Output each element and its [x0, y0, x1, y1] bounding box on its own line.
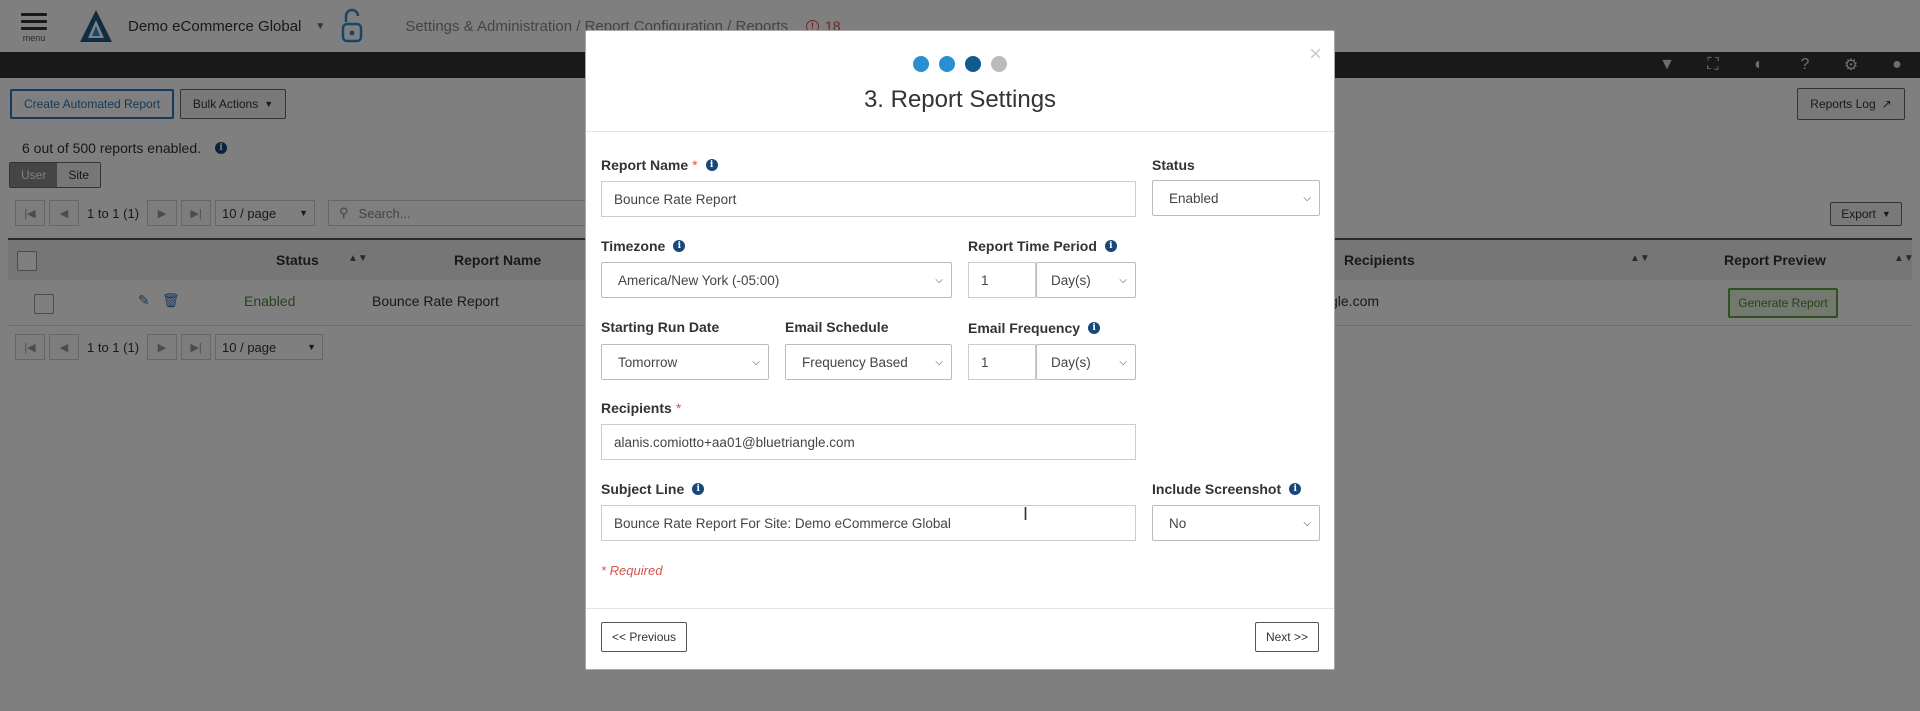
- status-label: Status: [1152, 157, 1195, 173]
- report-time-period-label-text: Report Time Period: [968, 238, 1097, 254]
- email-schedule-select[interactable]: Frequency Based ⌵: [785, 344, 952, 380]
- step-dot: [913, 56, 929, 72]
- chevron-down-icon: ⌵: [935, 274, 943, 286]
- chevron-down-icon: ⌵: [1303, 192, 1311, 204]
- divider: [586, 131, 1334, 132]
- email-schedule-label: Email Schedule: [785, 319, 889, 335]
- next-button[interactable]: Next >>: [1254, 622, 1319, 652]
- include-screenshot-label: Include Screenshot i: [1152, 481, 1302, 497]
- report-time-period-unit-select[interactable]: Day(s) ⌵: [1036, 262, 1136, 298]
- chevron-down-icon: ⌵: [752, 356, 760, 368]
- timezone-select-value: America/New York (-05:00): [618, 272, 780, 288]
- step-dot-current: [965, 56, 981, 72]
- frequency-unit-value: Day(s): [1051, 354, 1091, 370]
- include-screenshot-value: No: [1169, 515, 1187, 531]
- timezone-label-text: Timezone: [601, 238, 666, 254]
- info-icon[interactable]: i: [705, 159, 718, 171]
- divider: [586, 608, 1334, 609]
- required-note: * Required: [601, 563, 663, 578]
- info-icon[interactable]: i: [673, 240, 686, 252]
- step-dot: [939, 56, 955, 72]
- start-date-value: Tomorrow: [618, 354, 678, 370]
- recipients-label-text: Recipients: [601, 400, 672, 416]
- chevron-down-icon: ⌵: [1119, 274, 1127, 286]
- step-dot: [991, 56, 1007, 72]
- report-name-label: Report Name * i: [601, 157, 718, 173]
- chevron-down-icon: ⌵: [935, 356, 943, 368]
- report-name-label-text: Report Name: [601, 157, 689, 173]
- include-screenshot-select[interactable]: No ⌵: [1152, 505, 1320, 541]
- subject-line-label-text: Subject Line: [601, 481, 685, 497]
- email-frequency-unit-select[interactable]: Day(s) ⌵: [1036, 344, 1136, 380]
- starting-run-date-label: Starting Run Date: [601, 319, 720, 335]
- chevron-down-icon: ⌵: [1119, 356, 1127, 368]
- info-icon[interactable]: i: [692, 483, 705, 495]
- timezone-label: Timezone i: [601, 238, 686, 254]
- required-star: *: [675, 400, 682, 416]
- timezone-select[interactable]: America/New York (-05:00) ⌵: [601, 262, 952, 298]
- required-star: *: [692, 157, 698, 173]
- report-name-field[interactable]: Bounce Rate Report: [601, 181, 1136, 217]
- report-time-period-number[interactable]: 1: [968, 262, 1036, 298]
- status-select[interactable]: Enabled ⌵: [1152, 180, 1320, 216]
- recipients-field[interactable]: alanis.comiotto+aa01@bluetriangle.com: [601, 424, 1136, 460]
- email-frequency-label: Email Frequency i: [968, 320, 1101, 336]
- report-settings-modal: × 3. Report Settings Report Name * i Bou…: [585, 30, 1335, 670]
- email-frequency-label-text: Email Frequency: [968, 320, 1081, 336]
- chevron-down-icon: ⌵: [1303, 517, 1311, 529]
- email-schedule-value: Frequency Based: [802, 354, 908, 370]
- subject-line-label: Subject Line i: [601, 481, 705, 497]
- include-screenshot-label-text: Include Screenshot: [1152, 481, 1282, 497]
- subject-line-field[interactable]: Bounce Rate Report For Site: Demo eComme…: [601, 505, 1136, 541]
- report-time-period-label: Report Time Period i: [968, 238, 1117, 254]
- period-unit-value: Day(s): [1051, 272, 1091, 288]
- recipients-label: Recipients *: [601, 400, 681, 416]
- previous-button[interactable]: << Previous: [601, 622, 688, 652]
- info-icon[interactable]: i: [1104, 240, 1117, 252]
- modal-title: 3. Report Settings: [863, 86, 1057, 113]
- starting-run-date-select[interactable]: Tomorrow ⌵: [601, 344, 769, 380]
- step-indicator: [586, 56, 1334, 72]
- info-icon[interactable]: i: [1289, 483, 1302, 495]
- info-icon[interactable]: i: [1088, 322, 1101, 334]
- text-cursor-icon: I: [1023, 504, 1029, 524]
- email-frequency-number[interactable]: 1: [968, 344, 1036, 380]
- status-select-value: Enabled: [1169, 190, 1219, 206]
